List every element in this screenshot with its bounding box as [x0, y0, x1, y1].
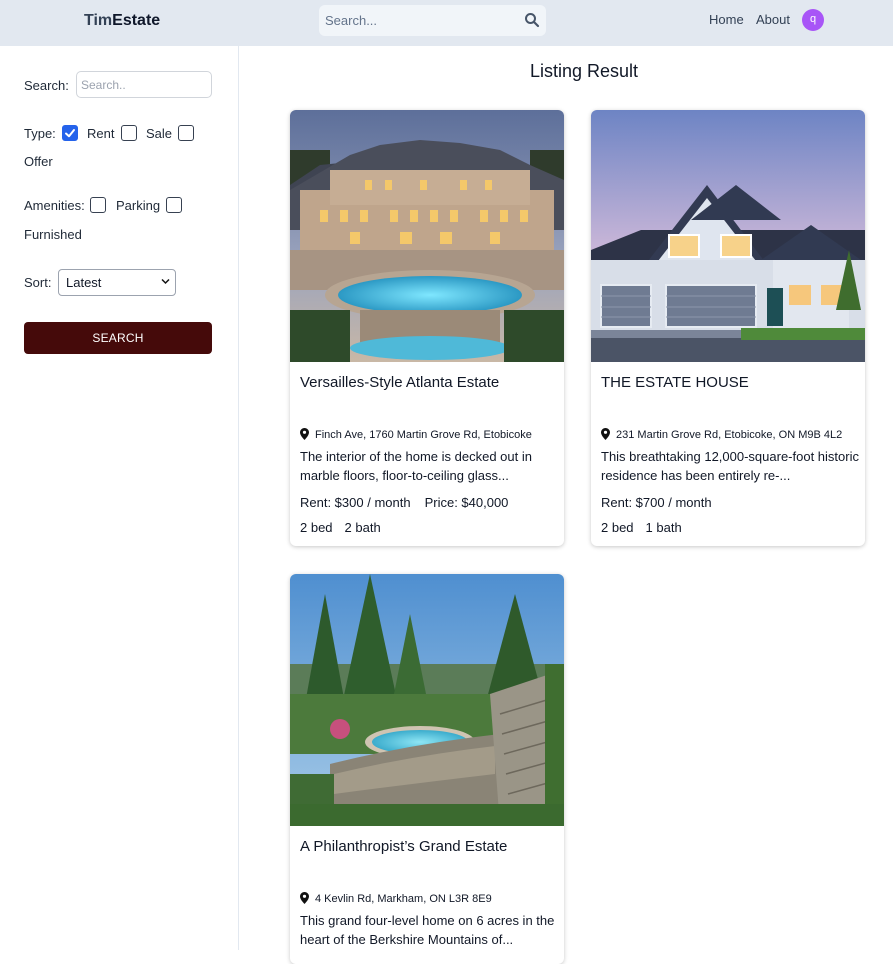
- nav-about-link[interactable]: About: [756, 12, 790, 27]
- chevron-down-icon: [161, 278, 170, 285]
- mansion-with-pool-photo[interactable]: [290, 110, 564, 362]
- listing-title[interactable]: Versailles-Style Atlanta Estate: [300, 374, 499, 391]
- listing-address-text: Finch Ave, 1760 Martin Grove Rd, Etobico…: [315, 429, 532, 441]
- listing-description: This grand four-level home on 6 acres in…: [300, 913, 555, 947]
- furnished-label: Furnished: [24, 227, 82, 242]
- sort-label: Sort:: [24, 275, 52, 290]
- header-search-box: [319, 5, 546, 36]
- location-pin-icon: [300, 428, 309, 440]
- parking-checkbox[interactable]: [90, 197, 106, 213]
- logo-part-2: Estate: [112, 12, 161, 29]
- top-navbar: TimEstate Home About q: [0, 0, 893, 46]
- listing-card[interactable]: A Philanthropist’s Grand Estate 4 Kevlin…: [290, 574, 564, 964]
- listing-address: Finch Ave, 1760 Martin Grove Rd, Etobico…: [300, 426, 532, 441]
- logo-part-1: Tim: [84, 12, 113, 29]
- listing-rooms: 2 bed 1 bath: [601, 520, 694, 535]
- logo[interactable]: TimEstate: [84, 12, 160, 30]
- listing-prices: Rent: $300 / month Price: $40,000: [300, 495, 522, 510]
- parking-label: Parking: [116, 198, 161, 213]
- listing-title[interactable]: THE ESTATE HOUSE: [601, 374, 749, 391]
- listing-address: 231 Martin Grove Rd, Etobicoke, ON M9B 4…: [601, 426, 842, 441]
- check-icon: [65, 129, 75, 138]
- search-label: Search:: [24, 78, 69, 93]
- filter-search-input[interactable]: [76, 71, 212, 98]
- filter-sidebar: Search: Type: Rent Sale Offer Amenities:…: [0, 46, 239, 950]
- listing-card[interactable]: Versailles-Style Atlanta Estate Finch Av…: [290, 110, 564, 546]
- sort-selected-value: Latest: [66, 275, 102, 290]
- rent-label: Rent: [87, 126, 115, 141]
- sale-checkbox[interactable]: [121, 125, 137, 141]
- type-label: Type:: [24, 126, 56, 141]
- listing-rent: Rent: $700 / month: [601, 495, 712, 510]
- nav-home-link[interactable]: Home: [709, 12, 744, 27]
- listing-beds: 2 bed: [601, 520, 634, 535]
- listing-description: This breathtaking 12,000-square-foot his…: [601, 449, 859, 483]
- listing-baths: 2 bath: [344, 520, 381, 535]
- listing-description: The interior of the home is decked out i…: [300, 449, 532, 483]
- listing-baths: 1 bath: [645, 520, 682, 535]
- offer-label: Offer: [24, 154, 53, 169]
- offer-checkbox[interactable]: [178, 125, 194, 141]
- listing-card[interactable]: THE ESTATE HOUSE 231 Martin Grove Rd, Et…: [591, 110, 865, 546]
- avatar[interactable]: q: [802, 9, 824, 31]
- suburban-house-photo[interactable]: [591, 110, 865, 362]
- sale-label: Sale: [146, 126, 173, 141]
- listing-address-text: 231 Martin Grove Rd, Etobicoke, ON M9B 4…: [616, 429, 843, 441]
- listing-price: Price: $40,000: [424, 495, 509, 510]
- garden-pool-photo[interactable]: [290, 574, 564, 826]
- furnished-checkbox[interactable]: [166, 197, 182, 213]
- amenities-label: Amenities:: [24, 198, 85, 213]
- search-icon[interactable]: [524, 12, 540, 28]
- listing-prices: Rent: $700 / month: [601, 495, 726, 510]
- listing-title[interactable]: A Philanthropist’s Grand Estate: [300, 838, 507, 855]
- location-pin-icon: [601, 428, 610, 440]
- rent-checkbox[interactable]: [62, 125, 78, 141]
- listing-rent: Rent: $300 / month: [300, 495, 411, 510]
- search-button[interactable]: SEARCH: [24, 322, 212, 354]
- header-search-input[interactable]: [319, 5, 519, 36]
- listing-address-text: 4 Kevlin Rd, Markham, ON L3R 8E9: [315, 893, 492, 905]
- page-title: Listing Result: [530, 61, 639, 81]
- listing-rooms: 2 bed 2 bath: [300, 520, 393, 535]
- location-pin-icon: [300, 892, 309, 904]
- listing-address: 4 Kevlin Rd, Markham, ON L3R 8E9: [300, 890, 492, 905]
- sort-select[interactable]: Latest: [58, 269, 176, 296]
- listing-beds: 2 bed: [300, 520, 333, 535]
